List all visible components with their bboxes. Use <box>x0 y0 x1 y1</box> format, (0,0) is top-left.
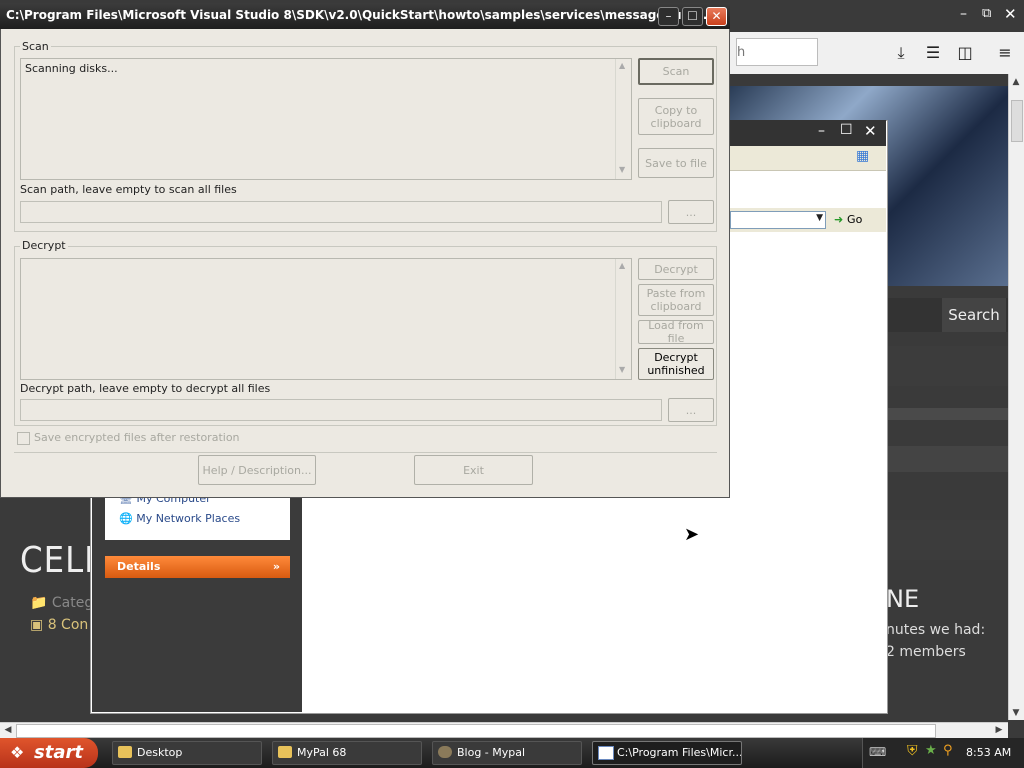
save-encrypted-checkbox[interactable] <box>17 432 30 445</box>
address-input[interactable]: ▼ <box>730 211 826 229</box>
decrypt-log-scrollbar[interactable]: ▲ ▼ <box>615 259 631 379</box>
sidebar-icon[interactable]: ◫ <box>954 42 976 64</box>
decrypt-browse-button[interactable]: ... <box>668 398 714 422</box>
folder-icon <box>118 746 132 758</box>
copy-to-clipboard-button[interactable]: Copy to clipboard <box>638 98 714 135</box>
minimize-icon[interactable]: – <box>960 6 967 22</box>
decrypt-path-input[interactable] <box>20 399 662 421</box>
taskbar-item-dialog[interactable]: C:\Program Files\Micr... <box>592 741 742 765</box>
horizontal-scroll-thumb[interactable] <box>16 724 936 738</box>
mouse-cursor-icon: ➤ <box>684 524 700 545</box>
details-panel-header[interactable]: Details » <box>105 556 290 578</box>
browser-search-input[interactable]: h <box>736 38 818 66</box>
scan-group-label: Scan <box>20 40 51 53</box>
blog-comments[interactable]: ▣ 8 Con <box>30 617 88 633</box>
blog-sidebar-block <box>886 408 1008 420</box>
browser-icon <box>438 746 452 758</box>
other-places-panel: 🖥 My Computer 🌐 My Network Places <box>105 492 290 540</box>
scroll-down-icon[interactable]: ▼ <box>619 365 625 374</box>
go-button[interactable]: ➜ Go <box>834 211 862 229</box>
comment-icon: ▣ <box>30 617 48 633</box>
download-icon[interactable]: ⤓ <box>890 42 912 64</box>
scan-path-input[interactable] <box>20 201 662 223</box>
blog-sidebar-block <box>886 520 1008 560</box>
blog-sidebar-block <box>886 346 1008 386</box>
scroll-up-icon[interactable]: ▲ <box>619 61 625 70</box>
chevron-down-icon: » <box>272 560 280 573</box>
minimize-icon[interactable]: – <box>818 123 825 139</box>
decrypt-unfinished-button[interactable]: Decrypt unfinished <box>638 348 714 380</box>
browser-window-controls: – ⧉ ✕ <box>956 5 1024 26</box>
online-heading: NE <box>886 585 920 613</box>
windows-logo-icon: ❖ <box>10 743 25 762</box>
scroll-down-icon[interactable]: ▼ <box>619 165 625 174</box>
divider <box>14 452 717 453</box>
scan-log-textarea[interactable]: Scanning disks... <box>20 58 632 180</box>
clock: 8:53 AM <box>966 746 1012 759</box>
menu-icon[interactable]: ≡ <box>994 42 1016 64</box>
network-icon: 🌐 <box>119 512 137 525</box>
scroll-down-icon[interactable]: ▼ <box>1009 706 1023 720</box>
close-button[interactable]: ✕ <box>706 7 727 26</box>
go-arrow-icon: ➜ <box>834 213 848 226</box>
scroll-left-icon[interactable]: ◀ <box>1 723 15 737</box>
help-description-button[interactable]: Help / Description... <box>198 455 316 485</box>
scroll-up-icon[interactable]: ▲ <box>619 261 625 270</box>
vertical-scroll-thumb[interactable] <box>1011 100 1023 142</box>
window-icon <box>598 746 614 760</box>
close-icon: ✕ <box>711 9 722 23</box>
browser-vertical-scrollbar[interactable] <box>1008 74 1024 720</box>
minimize-icon: – <box>665 9 672 23</box>
save-to-file-button[interactable]: Save to file <box>638 148 714 178</box>
online-members-text: 2 members <box>886 644 966 660</box>
taskbar-item-desktop[interactable]: Desktop <box>112 741 262 765</box>
decrypt-path-label: Decrypt path, leave empty to decrypt all… <box>20 382 273 395</box>
network-icon[interactable]: ★ <box>925 743 937 758</box>
blog-sidebar-block <box>886 446 1008 472</box>
scan-browse-button[interactable]: ... <box>668 200 714 224</box>
dialog-title: C:\Program Files\Microsoft Visual Studio… <box>6 8 712 22</box>
decrypt-button[interactable]: Decrypt <box>638 258 714 280</box>
scroll-up-icon[interactable]: ▲ <box>1009 75 1023 89</box>
scan-path-label: Scan path, leave empty to scan all files <box>20 183 239 196</box>
library-icon[interactable]: ☰ <box>922 42 944 64</box>
chevron-down-icon[interactable]: ▼ <box>816 213 823 223</box>
blog-search-button[interactable]: Search <box>942 298 1006 332</box>
scan-log-scrollbar[interactable]: ▲ ▼ <box>615 59 631 179</box>
close-icon[interactable]: ✕ <box>1004 5 1017 23</box>
taskbar-item-mypal[interactable]: MyPal 68 <box>272 741 422 765</box>
decrypt-group-label: Decrypt <box>20 239 68 252</box>
maximize-icon: ☐ <box>687 9 698 23</box>
folder-icon: 📁 <box>30 595 52 611</box>
shield-icon[interactable]: ⛨ <box>907 743 918 759</box>
explorer-menubar: ▦ <box>730 146 886 171</box>
explorer-titlebar: – ☐ ✕ <box>730 120 886 146</box>
scroll-right-icon[interactable]: ▶ <box>992 723 1006 737</box>
start-button[interactable]: ❖ start <box>0 738 98 768</box>
places-item-my-network-places[interactable]: 🌐 My Network Places <box>119 512 240 525</box>
online-minutes-text: nutes we had: <box>886 622 986 638</box>
load-from-file-button[interactable]: Load from file <box>638 319 714 345</box>
close-icon[interactable]: ✕ <box>864 122 877 140</box>
maximize-icon[interactable]: ☐ <box>840 122 853 138</box>
keyboard-icon[interactable]: ⌨ <box>869 745 886 759</box>
folder-icon <box>278 746 292 758</box>
paste-from-clipboard-button[interactable]: Paste from clipboard <box>638 284 714 316</box>
maximize-button[interactable]: ☐ <box>682 7 703 26</box>
exit-button[interactable]: Exit <box>414 455 533 485</box>
search-icon[interactable]: ⚲ <box>943 743 953 758</box>
restore-icon[interactable]: ⧉ <box>982 6 991 21</box>
taskbar-item-blog[interactable]: Blog - Mypal <box>432 741 582 765</box>
minimize-button[interactable]: – <box>658 7 679 26</box>
decrypt-log-textarea[interactable] <box>20 258 632 380</box>
windows-logo-icon: ▦ <box>856 148 870 164</box>
scan-log-text: Scanning disks... <box>25 62 118 75</box>
blog-categories[interactable]: 📁 Categ <box>30 595 93 611</box>
save-encrypted-label: Save encrypted files after restoration <box>34 431 240 444</box>
scan-button[interactable]: Scan <box>638 58 714 85</box>
